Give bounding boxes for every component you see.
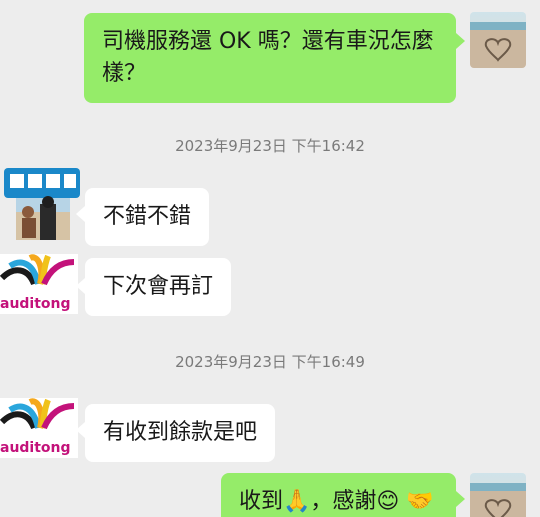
message-text: 收到🙏，感謝😊 🤝 (239, 489, 434, 514)
contact-avatar-auditong[interactable]: auditong (0, 254, 78, 314)
brand-name: auditong (0, 296, 71, 312)
message-text: 下次會再訂 (103, 274, 214, 299)
bubble-tail (456, 33, 465, 49)
outgoing-message-bubble[interactable]: 司機服務還 OK 嗎？還有車況怎麼樣？ (84, 13, 456, 103)
incoming-message-bubble[interactable]: 不錯不錯 (85, 188, 210, 246)
chat-window: 司機服務還 OK 嗎？還有車況怎麼樣？ 2023年9月23日 下午16:42 不… (0, 0, 540, 517)
incoming-message-bubble[interactable]: 下次會再訂 (85, 258, 232, 316)
incoming-message-bubble[interactable]: 有收到餘款是吧 (85, 404, 276, 462)
bus-photo-avatar-image (2, 164, 82, 242)
beach-heart-avatar-image (470, 473, 526, 517)
timestamp: 2023年9月23日 下午16:42 (175, 137, 365, 155)
timestamp: 2023年9月23日 下午16:49 (175, 353, 365, 371)
bubble-tail (456, 491, 465, 507)
bubble-tail (76, 278, 85, 294)
contact-avatar-bus[interactable] (2, 164, 82, 242)
self-avatar[interactable] (470, 12, 526, 68)
contact-avatar-auditong[interactable]: auditong (0, 398, 78, 458)
brand-name: auditong (0, 440, 71, 456)
message-text: 不錯不錯 (103, 204, 192, 229)
outgoing-message-bubble[interactable]: 收到🙏，感謝😊 🤝 (221, 473, 456, 517)
auditong-logo-icon (0, 398, 75, 430)
message-text: 有收到餘款是吧 (103, 420, 258, 445)
message-text: 司機服務還 OK 嗎？還有車況怎麼樣？ (102, 29, 434, 86)
beach-heart-avatar-image (470, 12, 526, 68)
bubble-tail (76, 206, 85, 222)
auditong-logo-icon (0, 254, 75, 286)
bubble-tail (76, 422, 85, 438)
self-avatar[interactable] (470, 473, 526, 517)
